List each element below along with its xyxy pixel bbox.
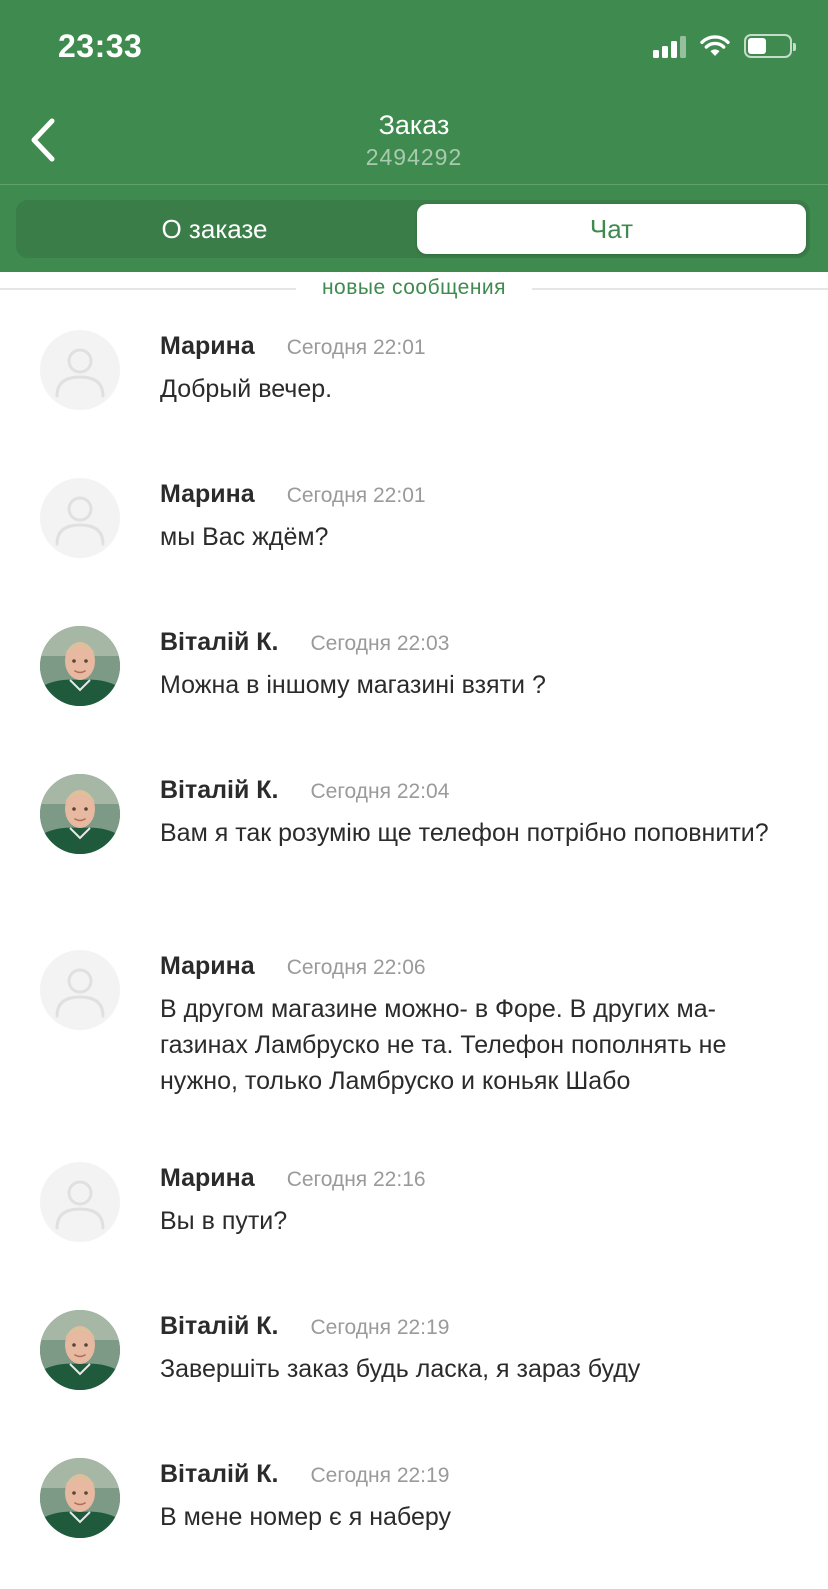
status-bar-time: 23:33 — [58, 28, 143, 64]
message-text: Вам я так розумію ще телефон потрібно по… — [160, 819, 769, 847]
header-title-block: Заказ 2494292 — [0, 108, 828, 172]
message-time: Сегодня 22:16 — [286, 1168, 426, 1191]
page-title: Заказ — [378, 110, 450, 140]
header-divider — [0, 184, 828, 185]
segmented-control: О заказе Чат — [16, 200, 810, 258]
message-text: мы Вас ждём? — [160, 523, 329, 551]
message-time: Сегодня 22:01 — [286, 484, 426, 507]
new-messages-divider: новые сообщения — [0, 272, 828, 306]
avatar[interactable] — [40, 1162, 120, 1242]
avatar[interactable] — [40, 478, 120, 558]
avatar[interactable] — [40, 774, 120, 854]
message-author: Віталій К. — [160, 1312, 279, 1340]
message-item: Віталій К. Сегодня 22:04 Вам я так розумі… — [0, 754, 828, 930]
avatar[interactable] — [40, 1458, 120, 1538]
user-placeholder-icon — [55, 496, 105, 546]
message-text: В мене номер є я наберу — [160, 1503, 451, 1531]
battery-icon — [744, 34, 796, 58]
message-author: Марина — [160, 332, 255, 360]
user-placeholder-icon — [55, 348, 105, 398]
message-item: Віталій К. Сегодня 22:19 В мене номер є я… — [0, 1438, 828, 1586]
tab-chat[interactable]: Чат — [417, 204, 806, 254]
user-photo-icon — [40, 1458, 120, 1538]
message-text: Вы в пути? — [160, 1207, 288, 1235]
message-text: Можна в іншому магазині взяти ? — [160, 671, 546, 699]
user-placeholder-icon — [55, 1180, 105, 1230]
avatar[interactable] — [40, 330, 120, 410]
tab-order-info[interactable]: О заказе — [20, 204, 409, 254]
app-header: 23:33 Заказ 2494292 О заказе Чат — [0, 0, 828, 272]
message-time: Сегодня 22:19 — [310, 1464, 450, 1487]
message-time: Сегодня 22:19 — [310, 1316, 450, 1339]
message-time: Сегодня 22:01 — [286, 336, 426, 359]
message-author: Віталій К. — [160, 1460, 279, 1488]
avatar[interactable] — [40, 950, 120, 1030]
message-author: Марина — [160, 1164, 255, 1192]
message-item: Марина Сегодня 22:06 В другом магазине мо… — [0, 930, 828, 1142]
message-item: Віталій К. Сегодня 22:19 Завершіть заказ … — [0, 1290, 828, 1438]
message-author: Марина — [160, 480, 255, 508]
order-number: 2494292 — [365, 144, 463, 170]
avatar[interactable] — [40, 626, 120, 706]
new-messages-label: новые сообщения — [321, 276, 507, 299]
message-time: Сегодня 22:04 — [310, 780, 450, 803]
status-bar-icons — [653, 34, 796, 58]
message-text: Завершіть заказ будь ласка, я зараз буду — [160, 1355, 641, 1383]
message-time: Сегодня 22:06 — [286, 956, 426, 979]
message-item: Марина Сегодня 22:01 Добрый вечер. — [0, 310, 828, 458]
message-text: Добрый вечер. — [160, 375, 333, 403]
message-text: В другом магазине можно- в Форе. В други… — [160, 995, 727, 1095]
message-author: Віталій К. — [160, 628, 279, 656]
message-item: Марина Сегодня 22:01 мы Вас ждём? — [0, 458, 828, 606]
user-photo-icon — [40, 1310, 120, 1390]
message-item: Віталій К. Сегодня 22:03 Можна в іншому м… — [0, 606, 828, 754]
message-time: Сегодня 22:03 — [310, 632, 450, 655]
avatar[interactable] — [40, 1310, 120, 1390]
user-placeholder-icon — [55, 968, 105, 1018]
user-photo-icon — [40, 626, 120, 706]
cellular-signal-icon — [653, 34, 686, 58]
message-author: Марина — [160, 952, 255, 980]
user-photo-icon — [40, 774, 120, 854]
message-author: Віталій К. — [160, 776, 279, 804]
wifi-icon — [700, 35, 730, 56]
message-list: Марина Сегодня 22:01 Добрый вечер. Марина… — [0, 310, 828, 1586]
message-item: Марина Сегодня 22:16 Вы в пути? — [0, 1142, 828, 1290]
